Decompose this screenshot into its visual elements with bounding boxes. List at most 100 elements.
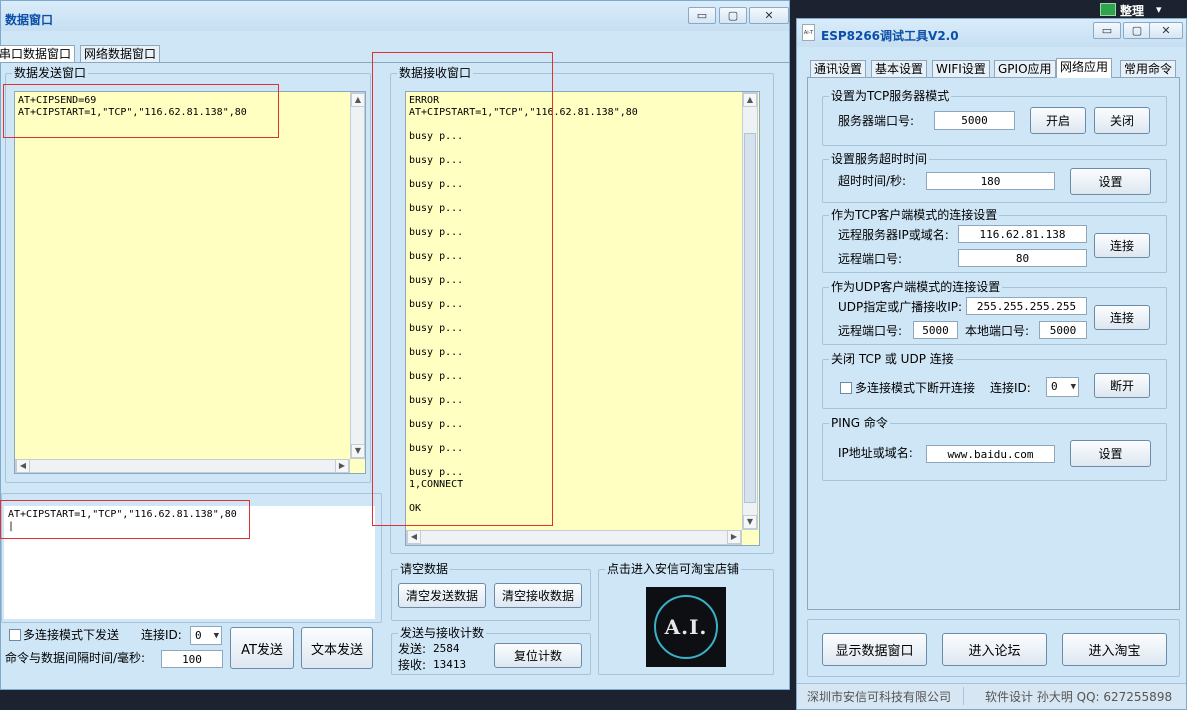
chevron-down-icon: ▼ xyxy=(1070,382,1076,392)
tab-network-apps[interactable]: 网络应用 xyxy=(1056,58,1113,78)
open-server-button[interactable]: 开启 xyxy=(1030,107,1086,134)
scroll-right-arrow[interactable]: ▶ xyxy=(727,530,741,544)
scroll-left-arrow[interactable]: ◀ xyxy=(16,459,30,473)
maximize-button[interactable]: ▢ xyxy=(719,7,747,24)
udp-connect-button[interactable]: 连接 xyxy=(1094,305,1150,330)
shop-logo[interactable]: A.I. xyxy=(646,587,726,667)
udp-local-port-input[interactable]: 5000 xyxy=(1039,321,1087,339)
timeout-input[interactable]: 180 xyxy=(926,172,1055,190)
remote-ip-label: 远程服务器IP或域名: xyxy=(838,228,949,242)
recv-vscrollbar[interactable]: ▲ ▼ xyxy=(742,92,758,530)
clear-send-button[interactable]: 清空发送数据 xyxy=(398,583,486,608)
remote-port-label: 远程端口号: xyxy=(838,252,903,266)
status-bar: 深圳市安信可科技有限公司 软件设计 孙大明 QQ: 627255898 xyxy=(797,683,1186,709)
timeout-set-button[interactable]: 设置 xyxy=(1070,168,1151,195)
scroll-down-arrow[interactable]: ▼ xyxy=(351,444,365,458)
conn-id-select[interactable]: 0 ▼ xyxy=(190,626,222,645)
server-port-label: 服务器端口号: xyxy=(838,114,915,128)
close-conn-title: 关闭 TCP 或 UDP 连接 xyxy=(829,352,956,366)
scroll-up-arrow[interactable]: ▲ xyxy=(351,93,365,107)
send-group-title: 数据发送窗口 xyxy=(12,66,89,80)
tab-wifi-settings[interactable]: WIFI设置 xyxy=(932,60,990,77)
scroll-thumb[interactable] xyxy=(744,133,756,503)
status-company: 深圳市安信可科技有限公司 xyxy=(807,690,952,704)
udp-client-title: 作为UDP客户端模式的连接设置 xyxy=(829,280,1003,294)
tcp-server-title: 设置为TCP服务器模式 xyxy=(829,89,952,103)
tcp-connect-button[interactable]: 连接 xyxy=(1094,233,1150,258)
close-button[interactable]: ✕ xyxy=(749,7,789,24)
tab-basic-settings[interactable]: 基本设置 xyxy=(871,60,928,77)
timeout-title: 设置服务超时时间 xyxy=(829,152,930,166)
close-conn-id-label: 连接ID: xyxy=(990,381,1031,395)
annotation-box xyxy=(0,500,250,539)
udp-local-port-label: 本地端口号: xyxy=(965,324,1030,338)
ping-title: PING 命令 xyxy=(829,416,890,430)
annotation-box xyxy=(372,52,553,526)
remote-ip-input[interactable]: 116.62.81.138 xyxy=(958,225,1087,243)
tab-serial-data[interactable]: 串口数据窗口 xyxy=(0,45,76,62)
close-server-button[interactable]: 关闭 xyxy=(1094,107,1150,134)
count-group-title: 发送与接收计数 xyxy=(398,626,487,640)
tab-gpio[interactable]: GPIO应用 xyxy=(994,60,1056,77)
remote-port-input[interactable]: 80 xyxy=(958,249,1087,267)
enter-forum-button[interactable]: 进入论坛 xyxy=(942,633,1047,666)
data-window-titlebar[interactable]: 数据窗口 ▭ ▢ ✕ xyxy=(1,1,789,31)
udp-remote-port-input[interactable]: 5000 xyxy=(913,321,958,339)
tcp-client-title: 作为TCP客户端模式的连接设置 xyxy=(829,208,1000,222)
window-title: 数据窗口 xyxy=(5,13,54,27)
scroll-up-arrow[interactable]: ▲ xyxy=(743,93,757,107)
multi-send-checkbox[interactable] xyxy=(9,629,21,641)
text-send-button[interactable]: 文本发送 xyxy=(301,627,373,669)
send-hscrollbar[interactable]: ◀ ▶ xyxy=(15,459,350,473)
send-count-label: 发送: xyxy=(398,642,427,656)
server-port-input[interactable]: 5000 xyxy=(934,111,1015,130)
tab-network-data[interactable]: 网络数据窗口 xyxy=(80,45,161,62)
tab-common-commands[interactable]: 常用命令 xyxy=(1120,60,1177,77)
tool-titlebar[interactable]: Ai-T ESP8266调试工具V2.0 ▭ ▢ ✕ xyxy=(797,19,1186,47)
recv-hscrollbar[interactable]: ◀ ▶ xyxy=(406,530,742,545)
multi-disconnect-checkbox[interactable] xyxy=(840,382,852,394)
tab-comm-settings[interactable]: 通讯设置 xyxy=(810,60,867,77)
enter-taobao-button[interactable]: 进入淘宝 xyxy=(1062,633,1167,666)
maximize-button[interactable]: ▢ xyxy=(1123,22,1151,39)
multi-send-label: 多连接模式下发送 xyxy=(23,628,120,642)
ping-label: IP地址或域名: xyxy=(838,446,913,460)
tool-window: Ai-T ESP8266调试工具V2.0 ▭ ▢ ✕ 通讯设置 基本设置 WIF… xyxy=(796,18,1187,710)
clear-recv-button[interactable]: 清空接收数据 xyxy=(494,583,582,608)
status-author: 软件设计 孙大明 QQ: 627255898 xyxy=(985,690,1173,704)
organize-chevron-icon[interactable]: ▾ xyxy=(1156,3,1162,16)
udp-remote-port-label: 远程端口号: xyxy=(838,324,903,338)
reset-count-button[interactable]: 复位计数 xyxy=(494,643,582,668)
show-data-window-button[interactable]: 显示数据窗口 xyxy=(822,633,927,666)
logo-text: A.I. xyxy=(664,615,708,639)
ping-set-button[interactable]: 设置 xyxy=(1070,440,1151,467)
recv-count-label: 接收: xyxy=(398,658,427,672)
clear-group-title: 请空数据 xyxy=(398,562,451,576)
minimize-button[interactable]: ▭ xyxy=(688,7,716,24)
conn-id-label: 连接ID: xyxy=(141,628,182,642)
chevron-down-icon: ▼ xyxy=(213,631,219,641)
scroll-right-arrow[interactable]: ▶ xyxy=(335,459,349,473)
send-vscrollbar[interactable]: ▲ ▼ xyxy=(350,92,365,459)
minimize-button[interactable]: ▭ xyxy=(1093,22,1121,39)
scroll-down-arrow[interactable]: ▼ xyxy=(743,515,757,529)
organize-icon[interactable] xyxy=(1100,3,1116,16)
app-logo-text: Ai-T xyxy=(803,30,814,36)
timeout-label: 超时时间/秒: xyxy=(838,174,907,188)
interval-input[interactable]: 100 xyxy=(161,650,223,668)
ping-input[interactable]: www.baidu.com xyxy=(926,445,1055,463)
organize-label[interactable]: 整理 xyxy=(1120,2,1144,19)
interval-label: 命令与数据间隔时间/毫秒: xyxy=(5,651,146,665)
shop-group-title: 点击进入安信可淘宝店铺 xyxy=(605,562,742,576)
close-conn-id-select[interactable]: 0 ▼ xyxy=(1046,377,1079,397)
send-data-textarea[interactable]: AT+CIPSEND=69 AT+CIPSTART=1,"TCP","116.6… xyxy=(14,91,366,474)
udp-ip-input[interactable]: 255.255.255.255 xyxy=(966,297,1087,315)
annotation-box xyxy=(3,84,279,138)
disconnect-button[interactable]: 断开 xyxy=(1094,373,1150,398)
status-divider xyxy=(963,687,964,705)
scroll-left-arrow[interactable]: ◀ xyxy=(407,530,421,544)
close-button[interactable]: ✕ xyxy=(1149,22,1183,39)
tool-window-title: ESP8266调试工具V2.0 xyxy=(821,29,959,43)
app-logo-icon: Ai-T xyxy=(802,24,815,41)
at-send-button[interactable]: AT发送 xyxy=(230,627,294,669)
